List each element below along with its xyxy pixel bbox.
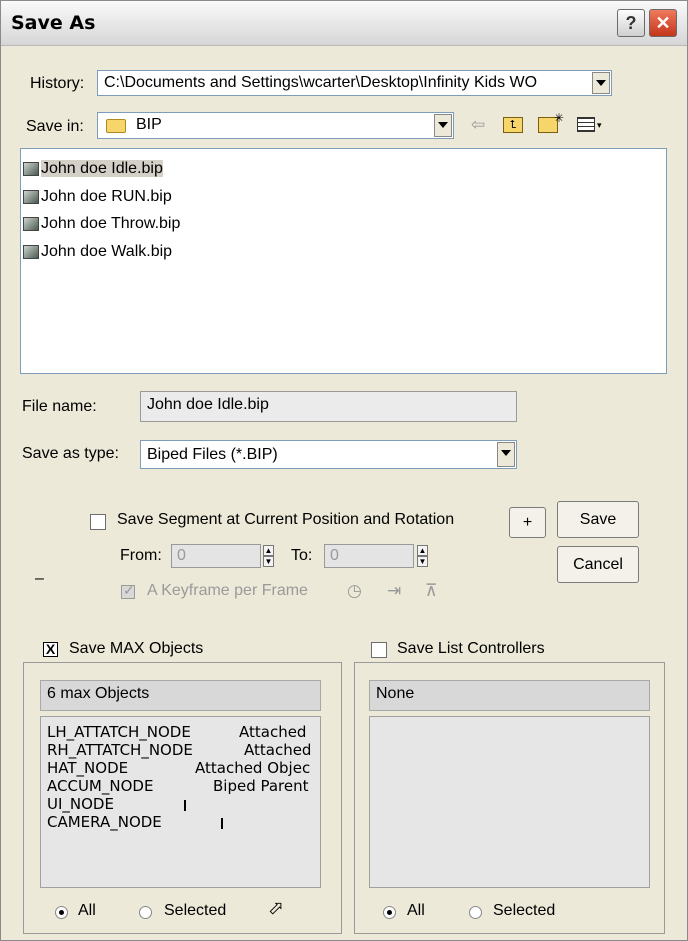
list-controllers-list[interactable] [369,716,650,888]
chevron-down-icon[interactable] [592,72,610,94]
max-objects-panel: 6 max Objects LH_ATTATCH_NODE Attached R… [23,662,342,934]
save-segment-checkbox[interactable] [90,514,106,530]
object-value: Attached [239,723,307,741]
spinner-up-icon[interactable]: ▲ [263,545,274,556]
object-name: LH_ATTATCH_NODE [47,723,191,741]
object-value: Attached [244,741,312,759]
all-radio-label: All [78,902,96,919]
save-as-type-select[interactable]: Biped Files (*.BIP) [140,440,517,469]
range-key-icon[interactable]: ⇥ [387,581,401,601]
save-segment-label: Save Segment at Current Position and Rot… [117,511,455,528]
all-radio-label: All [407,902,425,919]
up-folder-icon[interactable]: ⮤ [503,117,523,133]
file-name-label: File name: [22,398,97,415]
spinner-down-icon[interactable]: ▼ [417,556,428,567]
object-value: Biped Parent [213,777,309,795]
selected-radio-label: Selected [164,902,227,919]
object-name: UI_NODE [47,795,114,813]
cancel-button[interactable]: Cancel [557,546,639,583]
window-title: Save As [11,12,96,34]
save-max-objects-checkbox[interactable]: X [43,642,58,657]
save-list-controllers-checkbox[interactable] [371,642,387,658]
to-spinner-input[interactable]: 0 [324,544,414,568]
title-bar[interactable]: Save As ? ✕ [1,1,687,46]
bip-file-icon [23,216,39,231]
list-item[interactable]: John doe RUN.bip [23,185,172,209]
max-objects-header: 6 max Objects [40,680,321,711]
save-in-value: BIP [136,116,162,133]
max-objects-list[interactable]: LH_ATTATCH_NODE Attached RH_ATTATCH_NODE… [40,716,321,888]
from-spinner-input[interactable]: 0 [171,544,261,568]
file-name-input[interactable]: John doe Idle.bip [140,391,517,422]
sparkle-icon: ✳ [554,111,565,125]
list-controllers-panel: None All Selected [354,662,665,934]
all-radio[interactable] [55,906,68,919]
chevron-down-icon[interactable] [434,114,452,137]
view-menu-icon[interactable] [577,117,595,132]
text-cursor [221,818,223,829]
help-button[interactable]: ? [617,9,645,37]
history-combobox[interactable]: C:\Documents and Settings\wcarter\Deskto… [97,70,612,96]
file-name-value: John doe Idle.bip [147,396,269,413]
object-name: HAT_NODE [47,759,129,777]
object-name: ACCUM_NODE [47,777,154,795]
keyframe-per-frame-label: A Keyframe per Frame [147,582,308,599]
bip-file-icon [23,189,39,204]
list-item[interactable]: John doe Throw.bip [23,212,180,236]
all-radio[interactable] [383,906,396,919]
save-max-objects-label: Save MAX Objects [69,640,204,657]
spinner-down-icon[interactable]: ▼ [263,556,274,567]
selected-radio[interactable] [139,906,152,919]
save-as-dialog: Save As ? ✕ History: C:\Documents and Se… [0,0,688,941]
object-name: CAMERA_NODE [47,813,162,831]
object-value: Attached Objec [195,759,311,777]
close-button[interactable]: ✕ [649,9,677,37]
text-cursor [184,800,186,811]
back-arrow-icon[interactable]: ⇦ [471,115,485,135]
list-item[interactable]: John doe Walk.bip [23,240,172,264]
figure-key-icon[interactable]: ⊼ [425,581,437,601]
history-label: History: [30,75,85,92]
bip-file-icon [23,161,39,176]
bip-file-icon [23,244,39,259]
clock-key-icon[interactable]: ◷ [347,581,362,601]
spinner-up-icon[interactable]: ▲ [417,545,428,556]
file-list[interactable]: John doe Idle.bip John doe RUN.bip John … [20,148,667,374]
save-button[interactable]: Save [557,501,639,538]
selected-radio-label: Selected [493,902,556,919]
to-label: To: [291,547,313,564]
dash-separator: – [35,570,44,587]
save-as-type-label: Save as type: [22,445,119,462]
save-as-type-value: Biped Files (*.BIP) [147,446,278,463]
from-label: From: [120,547,162,564]
chevron-down-icon[interactable] [497,442,515,467]
save-in-label: Save in: [26,118,84,135]
to-value: 0 [330,547,339,564]
object-name: RH_ATTATCH_NODE [47,741,193,759]
save-list-controllers-label: Save List Controllers [397,640,545,657]
selected-radio[interactable] [469,906,482,919]
history-value: C:\Documents and Settings\wcarter\Deskto… [104,74,538,91]
plus-button[interactable]: + [509,507,546,538]
from-value: 0 [177,547,186,564]
list-controllers-header: None [369,680,650,711]
pick-arrow-icon[interactable]: ⬀ [268,897,284,920]
keyframe-per-frame-checkbox[interactable] [121,582,135,599]
view-menu-arrow-icon[interactable]: ▾ [597,120,602,131]
list-item[interactable]: John doe Idle.bip [23,157,163,181]
folder-icon [106,119,126,133]
save-in-combobox[interactable]: BIP [97,112,454,139]
